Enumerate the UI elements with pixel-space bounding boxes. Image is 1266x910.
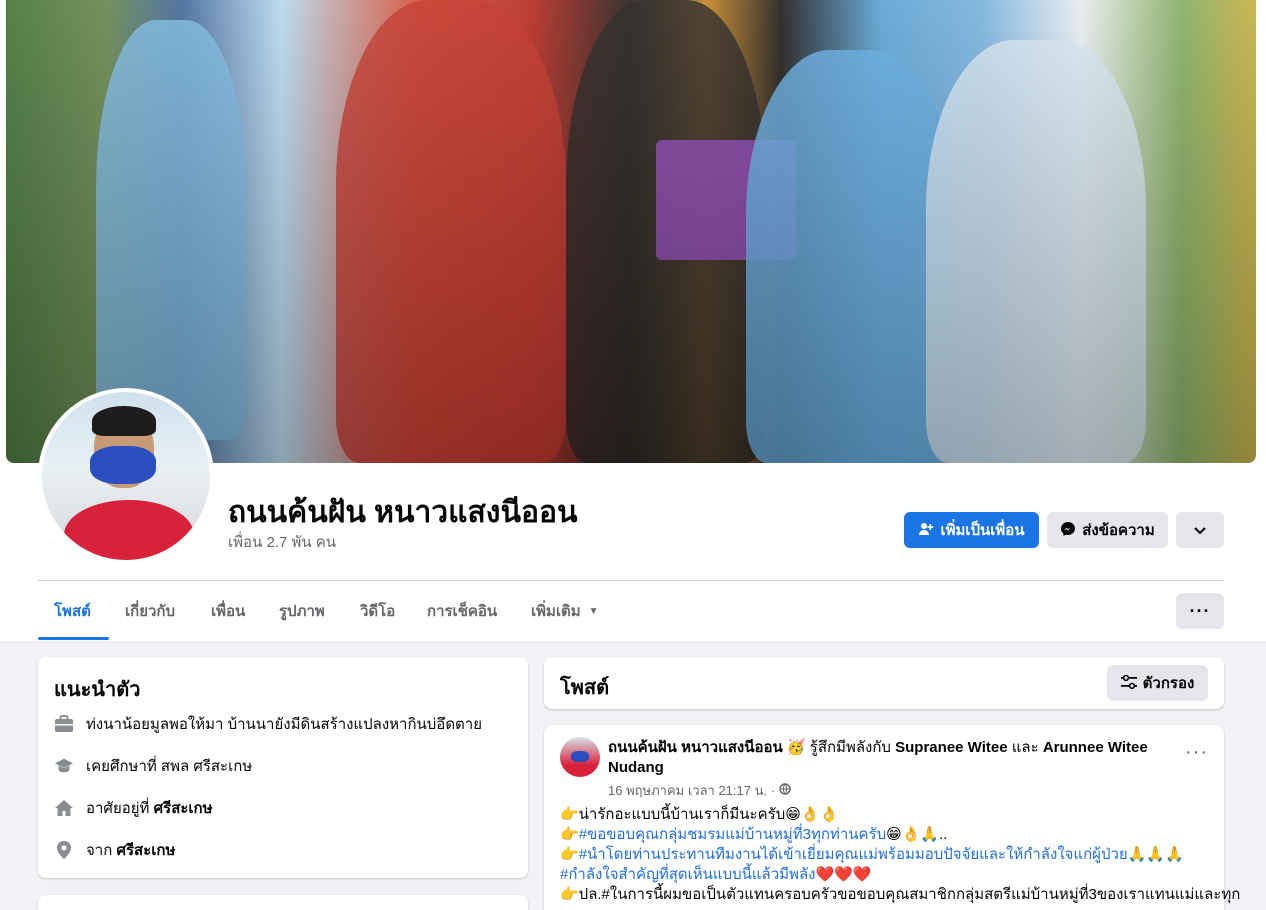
post-options-button[interactable]: ··· — [1185, 741, 1208, 764]
intro-item-place[interactable]: ศรีสะเกษ — [116, 842, 175, 859]
cover-photo[interactable] — [6, 0, 1256, 463]
tab-photos[interactable]: รูปภาพ — [279, 585, 325, 637]
intro-card: แนะนำตัว ท่งนาน้อยมูลพอให้มา บ้านนายังมี… — [38, 657, 528, 878]
add-person-icon — [918, 521, 934, 540]
post-line: 👉#ขอขอบคุณกลุ่มชมรมแม่บ้านหมู่ที่3ทุกท่า… — [560, 826, 948, 843]
message-button[interactable]: ส่งข้อความ — [1047, 512, 1168, 548]
active-tab-indicator — [38, 637, 109, 640]
photos-card — [38, 895, 528, 910]
tagged-person-1[interactable]: Supranee Witee — [895, 739, 1007, 756]
post-card: ถนนค้นฝัน หนาวแสงนีออน 🥳 รู้สึกมีพลังกับ… — [544, 725, 1241, 910]
tab-about[interactable]: เกี่ยวกับ — [125, 585, 175, 637]
post-line: 👉น่ารักอะแบบนี้บ้านเราก็มีนะครับ😁👌👌 — [560, 806, 839, 823]
chevron-down-icon — [1194, 523, 1206, 538]
message-label: ส่งข้อความ — [1082, 522, 1155, 539]
filter-icon — [1120, 674, 1137, 692]
more-dots-icon: ··· — [1185, 741, 1208, 763]
post-text: 👉น่ารักอะแบบนี้บ้านเราก็มีนะครับ😁👌👌 👉#ขอ… — [560, 805, 1241, 905]
posts-header-card: โพสต์ ตัวกรอง — [544, 657, 1224, 709]
intro-item-lives-in: อาศัยอยู่ที่ ศรีสะเกษ — [54, 796, 213, 820]
post-author-avatar[interactable] — [560, 737, 600, 777]
briefcase-icon — [54, 714, 74, 734]
globe-icon — [778, 783, 791, 798]
post-line: 👉#นำโดยท่านประทานทีมงานได้เข้าเยี่ยมคุณแ… — [560, 846, 1184, 883]
profile-more-button[interactable] — [1176, 512, 1224, 548]
tab-friends[interactable]: เพื่อน — [211, 585, 245, 637]
intro-item-text: ท่งนาน้อยมูลพอให้มา บ้านนายังมีดินสร้างแ… — [86, 716, 483, 733]
graduation-cap-icon — [54, 756, 74, 776]
tab-videos[interactable]: วิดีโอ — [360, 585, 395, 637]
home-icon — [54, 798, 74, 818]
header-divider — [38, 580, 1224, 581]
profile-header: ถนนค้นฝัน หนาวแสงนีออน เพื่อน 2.7 พัน คน… — [0, 0, 1266, 641]
filter-label: ตัวกรอง — [1142, 675, 1195, 692]
hashtag-link[interactable]: #นำโดยท่านประทานทีมงานได้เข้าเยี่ยมคุณแม… — [579, 846, 1128, 863]
filter-button[interactable]: ตัวกรอง — [1107, 665, 1208, 701]
more-dots-icon: ··· — [1189, 600, 1211, 621]
tab-posts[interactable]: โพสต์ — [54, 585, 91, 637]
intro-item-place[interactable]: ศรีสะเกษ — [154, 800, 213, 817]
hashtag-link[interactable]: #ขอขอบคุณกลุ่มชมรมแม่บ้านหมู่ที่3ทุกท่าน… — [579, 826, 886, 843]
location-pin-icon — [54, 840, 74, 860]
tab-more-label: เพิ่มเติม — [531, 603, 581, 620]
post-feeling: 🥳 รู้สึกมีพลังกับ — [786, 739, 891, 756]
add-friend-button[interactable]: เพิ่มเป็นเพื่อน — [904, 512, 1039, 548]
intro-item-work: ท่งนาน้อยมูลพอให้มา บ้านนายังมีดินสร้างแ… — [54, 712, 482, 736]
profile-picture[interactable] — [38, 388, 214, 564]
post-author-name[interactable]: ถนนค้นฝัน หนาวแสงนีออน — [608, 739, 783, 756]
intro-item-from: จาก ศรีสะเกษ — [54, 838, 175, 862]
intro-item-education: เคยศึกษาที่ สพล ศรีสะเกษ — [54, 754, 252, 778]
caret-down-icon: ▼ — [588, 605, 599, 617]
post-header: ถนนค้นฝัน หนาวแสงนีออน 🥳 รู้สึกมีพลังกับ… — [608, 738, 1168, 778]
tabs-more-button[interactable]: ··· — [1176, 593, 1224, 629]
messenger-icon — [1060, 521, 1076, 540]
add-friend-label: เพิ่มเป็นเพื่อน — [940, 522, 1025, 539]
hashtag-link[interactable]: #กำลังใจสำคัญที่สุดเห็นแบบนี้แล้วมีพลัง — [560, 866, 815, 883]
post-and: และ — [1011, 739, 1039, 756]
post-line: 👉ปล.#ในการนี้ผมขอเป็นตัวแทนครอบครัวขอขอบ… — [560, 886, 1241, 903]
intro-item-text: อาศัยอยู่ที่ — [86, 800, 154, 817]
intro-item-text: จาก — [86, 842, 117, 859]
post-timestamp[interactable]: 16 พฤษภาคม เวลา 21:17 น. · — [608, 780, 791, 801]
friend-count[interactable]: เพื่อน 2.7 พัน คน — [228, 530, 336, 554]
intro-title: แนะนำตัว — [54, 679, 141, 701]
posts-title: โพสต์ — [560, 677, 610, 699]
profile-name: ถนนค้นฝัน หนาวแสงนีออน — [228, 496, 578, 529]
intro-item-text: เคยศึกษาที่ สพล ศรีสะเกษ — [86, 758, 253, 775]
tab-more[interactable]: เพิ่มเติม ▼ — [531, 585, 599, 637]
tab-checkins[interactable]: การเช็คอิน — [427, 585, 497, 637]
